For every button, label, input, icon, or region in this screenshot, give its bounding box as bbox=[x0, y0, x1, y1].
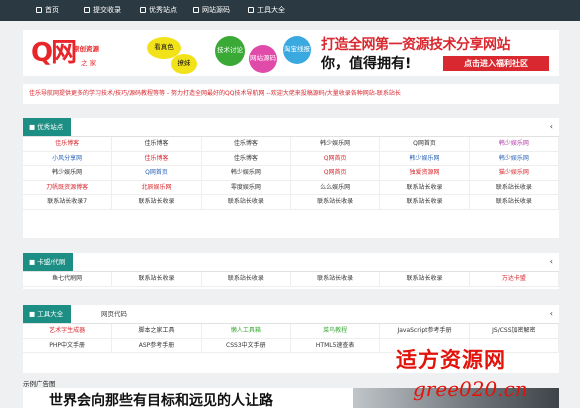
site-link[interactable]: 佳乐博客 bbox=[23, 137, 113, 152]
banner-subslogan: 你，值得拥有! bbox=[321, 56, 412, 72]
promo-banner[interactable]: Q网 原创资源 之 家 看真色 撩妹 技术讨论 网站源码 淘宝线报 打造全网第一… bbox=[23, 30, 559, 76]
site-link[interactable]: 韩少娱乐网 bbox=[469, 137, 559, 152]
home-icon bbox=[36, 7, 42, 13]
panel-title: ■ 工具大全 bbox=[23, 305, 72, 323]
site-link[interactable]: 独爱资源网 bbox=[380, 166, 470, 181]
site-link[interactable]: 联系站长收录 bbox=[112, 272, 202, 287]
site-link[interactable]: 佳乐博客 bbox=[201, 151, 291, 167]
excellent-sites-panel: ■ 优秀站点 ‹ 佳乐博客 佳乐博客 佳乐博客 韩少娱乐网 Q网首页 韩少娱乐网 小风分享网… bbox=[23, 118, 559, 238]
site-link[interactable]: JS/CSS加密解密 bbox=[469, 324, 559, 339]
site-link[interactable]: Q网首页 bbox=[291, 151, 381, 167]
tools-icon bbox=[248, 7, 254, 13]
site-link[interactable]: 零度娱乐网 bbox=[201, 180, 291, 196]
card-recharge-panel: ■ 卡盟/代刷 ‹ 鱼七代刷网 联系站长收录 联系站长收录 联系站长收录 联系站长收录万… bbox=[23, 253, 559, 289]
site-link[interactable]: 联系站长收录 bbox=[469, 180, 559, 196]
site-link[interactable]: 艺术字生成器 bbox=[23, 324, 113, 339]
site-link[interactable]: PHP中文手册 bbox=[23, 338, 113, 354]
bubble-flirt: 撩妹 bbox=[171, 54, 197, 74]
ad-headline: 世界会向那些有目标和远见的人让路 bbox=[49, 393, 273, 408]
site-link[interactable]: 联系站长收录 bbox=[291, 195, 381, 210]
site-link[interactable]: 韩少娱乐网 bbox=[201, 166, 291, 181]
site-link[interactable]: Q网首页 bbox=[112, 166, 202, 181]
code-icon bbox=[193, 7, 199, 13]
site-link[interactable]: JavaScript参考手册 bbox=[380, 324, 470, 339]
collapse-icon[interactable]: ‹ bbox=[550, 121, 553, 133]
panel-header: ■ 卡盟/代刷 ‹ bbox=[23, 253, 559, 272]
collapse-icon[interactable]: ‹ bbox=[550, 308, 553, 320]
site-link[interactable]: 佳乐博客 bbox=[112, 151, 202, 167]
site-link[interactable]: 联系站长收录 bbox=[201, 272, 291, 287]
panel-header: ■ 工具大全 网页代码 ‹ bbox=[23, 305, 559, 324]
site-link[interactable]: HTML5速查表 bbox=[291, 338, 381, 354]
site-link[interactable]: 菜鸟教程 bbox=[291, 324, 381, 339]
site-link[interactable]: 联系站长收录 bbox=[380, 180, 470, 196]
collapse-icon[interactable]: ‹ bbox=[550, 256, 553, 268]
site-link[interactable]: 北辰娱乐网 bbox=[112, 180, 202, 196]
link-grid: 鱼七代刷网 联系站长收录 联系站长收录 联系站长收录 联系站长收录 万达卡盟 bbox=[23, 272, 559, 287]
site-link[interactable]: 鱼七代刷网 bbox=[23, 272, 113, 287]
site-link[interactable]: 联系站长收录 bbox=[291, 272, 381, 287]
site-link[interactable]: 联系站长收录7 bbox=[23, 195, 113, 210]
site-link[interactable]: 联系站长收录 bbox=[112, 195, 202, 210]
site-link[interactable]: 脚本之家工具 bbox=[112, 324, 202, 339]
site-link[interactable]: 刀帆既资源博客 bbox=[23, 180, 113, 196]
site-link[interactable]: 韩少娱乐网 bbox=[380, 151, 470, 167]
site-link[interactable]: 韩少娱乐网 bbox=[469, 151, 559, 167]
site-link[interactable]: 联系站长收录 bbox=[380, 195, 470, 210]
site-link[interactable]: 懒人工具箱 bbox=[201, 324, 291, 339]
tab-web-code[interactable]: 网页代码 bbox=[101, 305, 127, 323]
site-link[interactable]: 韩少娱乐网 bbox=[23, 166, 113, 181]
site-link[interactable]: ASP参考手册 bbox=[112, 338, 202, 354]
watermark-title: 适方资源网 bbox=[396, 347, 506, 372]
announcement-bar: 佳乐导航网提供更多的学习技术/技巧/源码教程等等 - 努力打造全网最好的QQ技术… bbox=[23, 84, 559, 104]
banner-slogan: 打造全网第一资源技术分享网站 bbox=[321, 37, 511, 53]
panel-header: ■ 优秀站点 ‹ bbox=[23, 118, 559, 137]
panel-title: ■ 卡盟/代刷 bbox=[23, 253, 74, 271]
bubble-taobao: 淘宝线报 bbox=[283, 36, 311, 64]
enter-community-button[interactable]: 点击进入福利社区 bbox=[443, 56, 549, 71]
site-link[interactable]: 猫少娱乐网 bbox=[469, 166, 559, 181]
star-icon bbox=[140, 7, 146, 13]
panel-title: ■ 优秀站点 bbox=[23, 118, 72, 136]
site-link[interactable]: 联系站长收录 bbox=[469, 195, 559, 210]
submit-icon bbox=[84, 7, 90, 13]
ad-label: 示例广告图 bbox=[23, 380, 56, 388]
site-link[interactable]: CSS3中文手册 bbox=[201, 338, 291, 354]
nav-source-code[interactable]: 网站源码 bbox=[193, 0, 230, 21]
site-link[interactable]: Q网首页 bbox=[380, 137, 470, 152]
site-link[interactable]: 佳乐博客 bbox=[112, 137, 202, 152]
site-link[interactable]: 小风分享网 bbox=[23, 151, 113, 167]
nav-tools[interactable]: 工具大全 bbox=[248, 0, 285, 21]
bubble-source: 网站源码 bbox=[249, 45, 277, 73]
nav-home[interactable]: 首页 bbox=[36, 0, 59, 21]
site-link[interactable]: 么么娱乐网 bbox=[291, 180, 381, 196]
site-link[interactable]: 联系站长收录 bbox=[380, 272, 470, 287]
site-link[interactable]: Q网首页 bbox=[291, 166, 381, 181]
bubble-tech: 技术讨论 bbox=[215, 36, 245, 66]
link-grid: 佳乐博客 佳乐博客 佳乐博客 韩少娱乐网 Q网首页 韩少娱乐网 小风分享网 佳乐博客 佳乐博客 Q… bbox=[23, 137, 559, 210]
site-link[interactable]: 佳乐博客 bbox=[201, 137, 291, 152]
site-link[interactable]: 万达卡盟 bbox=[469, 272, 559, 287]
top-nav-bar: 首页 提交收录 优秀站点 网站源码 工具大全 bbox=[0, 0, 580, 21]
site-link[interactable]: 韩少娱乐网 bbox=[291, 137, 381, 152]
site-link[interactable]: 联系站长收录 bbox=[201, 195, 291, 210]
watermark-domain: gree020.cn bbox=[413, 377, 528, 401]
site-logo: Q网 原创资源 之 家 bbox=[31, 38, 99, 68]
nav-submit[interactable]: 提交收录 bbox=[84, 0, 121, 21]
nav-excellent-sites[interactable]: 优秀站点 bbox=[140, 0, 177, 21]
